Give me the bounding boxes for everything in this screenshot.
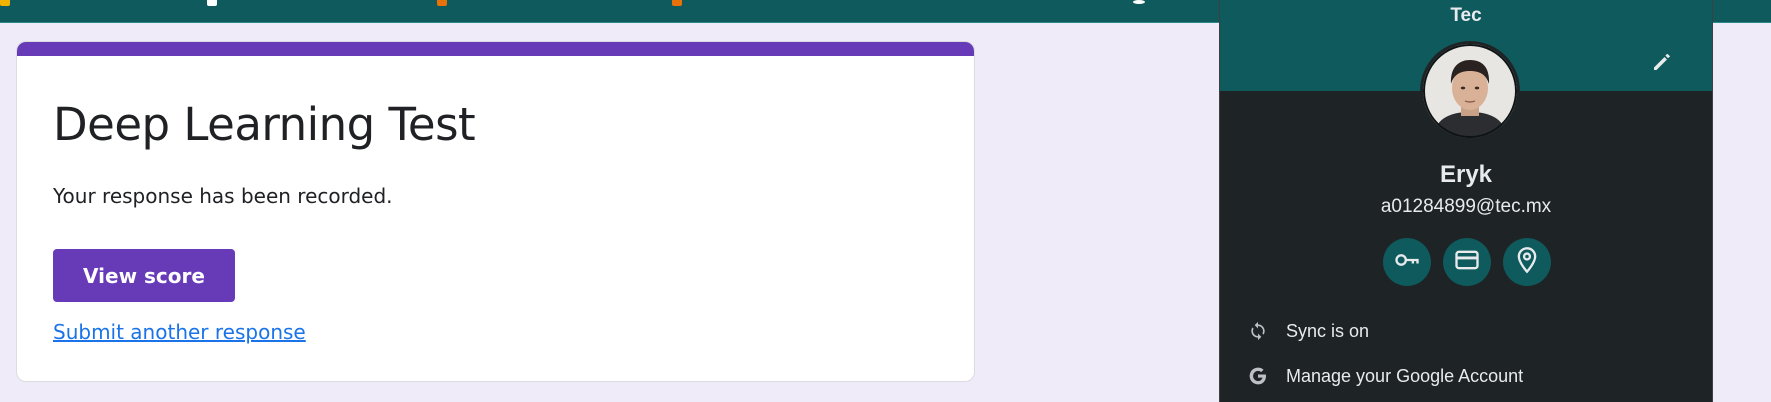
key-icon [1393, 246, 1421, 279]
avatar[interactable] [1420, 41, 1520, 141]
addresses-button[interactable] [1503, 238, 1551, 286]
response-recorded-message: Your response has been recorded. [53, 184, 393, 208]
bookmark-icon-fragment [1133, 0, 1145, 4]
sync-icon [1246, 319, 1270, 343]
form-accent-bar [17, 42, 974, 56]
passwords-button[interactable] [1383, 238, 1431, 286]
sync-status-label: Sync is on [1286, 320, 1370, 341]
bookmark-icon-fragment [0, 0, 10, 6]
location-pin-icon [1513, 246, 1541, 279]
submit-another-response-link[interactable]: Submit another response [53, 320, 306, 344]
credit-card-icon [1453, 246, 1481, 279]
profile-org-name: Tec [1450, 5, 1482, 26]
profile-quick-actions [1383, 238, 1553, 288]
sync-status-item[interactable]: Sync is on [1246, 316, 1686, 346]
bookmark-icon-fragment [437, 0, 447, 6]
form-response-card: Deep Learning Test Your response has bee… [16, 41, 975, 382]
bookmark-icon-fragment [207, 0, 217, 6]
profile-email: a01284899@tec.mx [1380, 196, 1552, 217]
pencil-icon[interactable] [1650, 50, 1674, 74]
view-score-button[interactable]: View score [53, 249, 235, 302]
form-title: Deep Learning Test [53, 98, 476, 151]
payment-methods-button[interactable] [1443, 238, 1491, 286]
bookmark-icon-fragment [672, 0, 682, 6]
profile-panel: Tec Eryk a01284899@tec.mx Sync is on Man… [1219, 0, 1713, 402]
manage-google-account-item[interactable]: Manage your Google Account [1246, 361, 1686, 391]
google-icon [1246, 364, 1270, 388]
profile-name: Eryk [1439, 161, 1493, 188]
manage-google-account-label: Manage your Google Account [1286, 365, 1524, 386]
